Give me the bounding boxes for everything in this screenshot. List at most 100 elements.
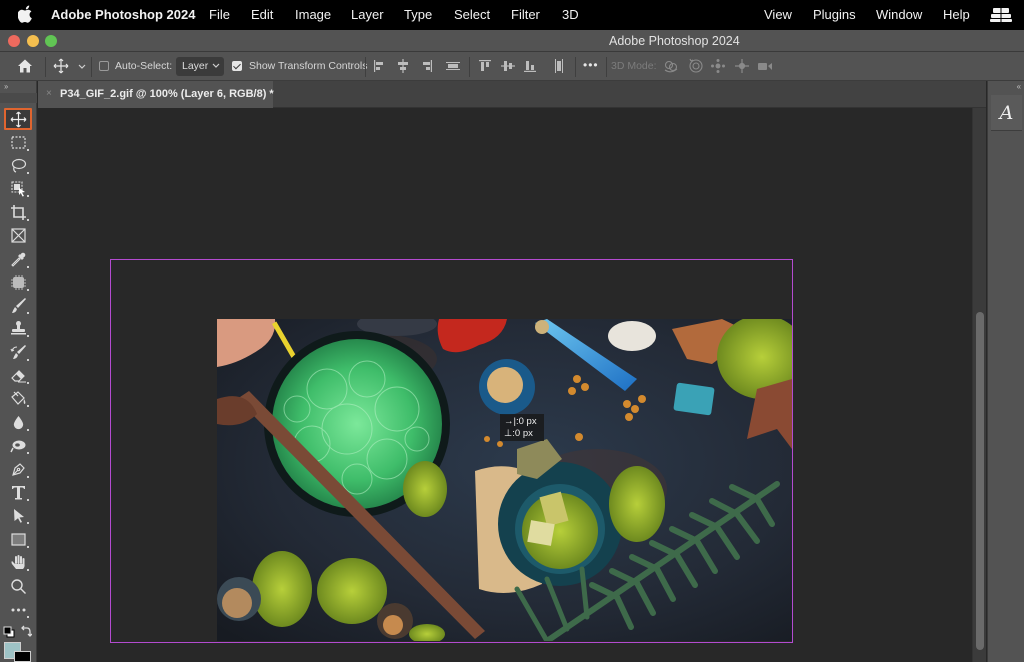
vertical-scrollbar[interactable] [972, 108, 986, 662]
menu-window[interactable]: Window [876, 7, 922, 22]
zoom-icon [10, 578, 26, 594]
tool-edit-toolbar[interactable] [4, 598, 32, 620]
align-vertical-centers-icon[interactable] [500, 58, 516, 74]
clone-stamp-icon [10, 320, 26, 334]
blur-icon [13, 415, 23, 429]
menu-3d[interactable]: 3D [562, 7, 579, 22]
tool-hand[interactable] [4, 551, 32, 573]
move-offset-readout: →|:0 px ⊥:0 px [500, 414, 544, 441]
document-image[interactable] [217, 319, 792, 641]
align-right-edges-icon[interactable] [418, 58, 434, 74]
separator [575, 57, 576, 77]
menu-filter[interactable]: Filter [511, 7, 540, 22]
window-close-button[interactable] [8, 35, 20, 47]
window-minimize-button[interactable] [27, 35, 39, 47]
brush-icon [11, 297, 26, 313]
tool-object-selection[interactable] [4, 177, 32, 199]
window-zoom-button[interactable] [45, 35, 57, 47]
tool-dodge[interactable] [4, 434, 32, 456]
background-color-swatch[interactable] [14, 651, 31, 662]
auto-select-checkbox[interactable] [99, 61, 109, 71]
tool-frame[interactable] [4, 224, 32, 246]
align-horizontal-centers-icon[interactable] [395, 58, 411, 74]
tool-zoom[interactable] [4, 575, 32, 597]
path-selection-icon [13, 508, 24, 523]
tool-paint-bucket[interactable] [4, 387, 32, 409]
tool-blur[interactable] [4, 411, 32, 433]
drag-3d-icon[interactable] [710, 58, 726, 74]
menu-edit[interactable]: Edit [251, 7, 273, 22]
align-top-edges-icon[interactable] [477, 58, 493, 74]
menu-file[interactable]: File [209, 7, 230, 22]
menu-view[interactable]: View [764, 7, 792, 22]
collapse-toolbar-button[interactable]: ›› [4, 82, 8, 91]
frame-icon [10, 227, 26, 243]
tool-path-selection[interactable] [4, 504, 32, 526]
offset-y-value: :0 px [512, 428, 533, 439]
3d-mode-label: 3D Mode: [611, 60, 657, 72]
eyedropper-icon [10, 252, 25, 267]
window-title-bar: Adobe Photoshop 2024 [0, 30, 1024, 52]
align-left-edges-icon[interactable] [372, 58, 388, 74]
distribute-horizontal-icon[interactable] [445, 58, 461, 74]
menu-help[interactable]: Help [943, 7, 970, 22]
menu-plugins[interactable]: Plugins [813, 7, 856, 22]
tool-eyedropper[interactable] [4, 248, 32, 270]
vertical-scrollbar-thumb[interactable] [976, 312, 984, 650]
hand-icon [11, 554, 25, 569]
menu-layer[interactable]: Layer [351, 7, 384, 22]
offset-x-row: →|:0 px [504, 416, 540, 428]
menu-app-name[interactable]: Adobe Photoshop 2024 [51, 7, 195, 22]
menu-image[interactable]: Image [295, 7, 331, 22]
distribute-vertical-icon[interactable] [551, 58, 567, 74]
offset-y-row: ⊥:0 px [504, 428, 540, 440]
show-transform-controls-checkbox[interactable] [232, 61, 242, 71]
scale-camera-3d-icon[interactable] [757, 58, 773, 74]
photo-content [217, 319, 792, 641]
auto-select-label: Auto-Select: [115, 60, 173, 72]
tool-crop[interactable] [4, 201, 32, 223]
move-tool-preset-icon[interactable] [53, 58, 69, 74]
tool-eraser[interactable] [4, 364, 32, 386]
apple-logo-icon[interactable] [18, 5, 34, 23]
horizontal-offset-icon: →| [504, 416, 516, 427]
toolbar-grip[interactable] [0, 93, 37, 103]
tool-move[interactable] [4, 108, 32, 130]
offset-x-value: :0 px [515, 416, 537, 427]
dodge-icon [9, 440, 25, 452]
type-icon [11, 485, 25, 499]
options-bar: Auto-Select: Layer Show Transform Contro… [0, 52, 1024, 81]
menu-select[interactable]: Select [454, 7, 490, 22]
document-tab-label: P34_GIF_2.gif @ 100% (Layer 6, RGB/8) * [60, 88, 274, 100]
tool-pen[interactable] [4, 458, 32, 480]
glyphs-panel-button[interactable]: A [991, 95, 1022, 131]
tool-history-brush[interactable] [4, 341, 32, 363]
tool-rectangle[interactable] [4, 528, 32, 550]
rectangle-icon [10, 532, 26, 546]
spot-healing-brush-icon [10, 274, 26, 290]
expand-panels-button[interactable]: ‹‹ [1017, 82, 1021, 91]
more-tools-icon [11, 608, 25, 611]
close-document-icon[interactable]: × [46, 88, 52, 99]
tool-type[interactable] [4, 481, 32, 503]
home-icon[interactable] [17, 58, 33, 74]
control-center-icon[interactable] [990, 8, 1012, 22]
menu-type[interactable]: Type [404, 7, 432, 22]
more-options-button[interactable]: ••• [583, 58, 599, 72]
chevron-down-icon[interactable] [74, 58, 86, 74]
tools-panel: ›› [0, 81, 37, 662]
orbit-3d-icon[interactable] [663, 58, 679, 74]
window-title: Adobe Photoshop 2024 [609, 34, 740, 48]
tool-lasso[interactable] [4, 154, 32, 176]
auto-select-target-dropdown[interactable]: Layer [176, 57, 224, 76]
tool-rectangular-marquee[interactable] [4, 131, 32, 153]
slide-3d-icon[interactable] [734, 58, 750, 74]
tool-clone-stamp[interactable] [4, 317, 32, 339]
tool-spot-healing-brush[interactable] [4, 271, 32, 293]
align-bottom-edges-icon[interactable] [522, 58, 538, 74]
swap-colors-icon[interactable] [20, 625, 32, 638]
default-colors-icon[interactable] [3, 626, 15, 638]
document-tab[interactable]: × P34_GIF_2.gif @ 100% (Layer 6, RGB/8) … [38, 81, 274, 108]
roll-3d-icon[interactable] [688, 58, 704, 74]
tool-brush[interactable] [4, 294, 32, 316]
